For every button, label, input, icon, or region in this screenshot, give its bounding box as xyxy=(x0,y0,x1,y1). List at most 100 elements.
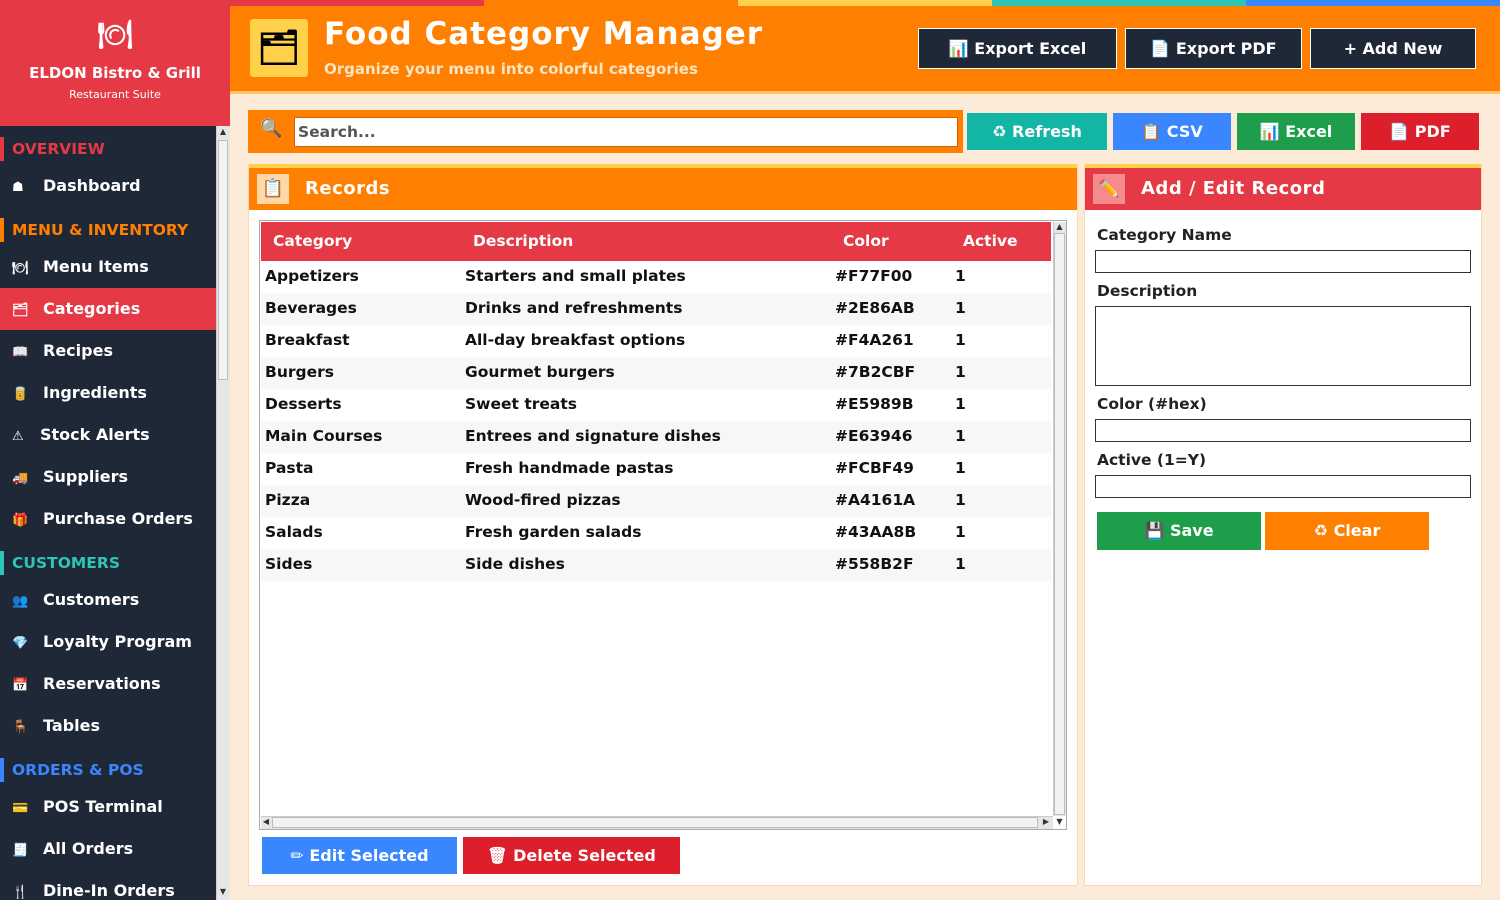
cell-description: Wood-fired pizzas xyxy=(465,491,621,509)
sidebar-item-dine-in-orders[interactable]: 🍴 Dine-In Orders xyxy=(0,870,216,900)
cell-category: Pasta xyxy=(265,459,314,477)
table-row[interactable]: Beverages Drinks and refreshments #2E86AB 1 xyxy=(261,293,1051,325)
table-vertical-scrollbar-thumb[interactable] xyxy=(1054,233,1065,815)
column-header-active[interactable]: Active xyxy=(963,232,1018,250)
cell-color: #F77F00 xyxy=(835,267,913,285)
cell-active: 1 xyxy=(955,491,966,509)
table-row[interactable]: Salads Fresh garden salads #43AA8B 1 xyxy=(261,517,1051,549)
cell-category: Beverages xyxy=(265,299,357,317)
table-row[interactable]: Main Courses Entrees and signature dishes… xyxy=(261,421,1051,453)
scroll-up-icon[interactable]: ▲ xyxy=(216,127,230,139)
sidebar-item-recipes[interactable]: 📖 Recipes xyxy=(0,330,216,372)
clear-button[interactable]: ♻ Clear xyxy=(1265,512,1429,550)
cell-active: 1 xyxy=(955,267,966,285)
table-horizontal-scrollbar-thumb[interactable] xyxy=(272,817,1038,828)
cell-description: All-day breakfast options xyxy=(465,331,686,349)
page-title: Food Category Manager xyxy=(324,16,764,52)
refresh-button[interactable]: ♻ Refresh xyxy=(967,113,1107,150)
sidebar-item-menu-items[interactable]: 🍽 Menu Items xyxy=(0,246,216,288)
table-row[interactable]: Breakfast All-day breakfast options #F4A26… xyxy=(261,325,1051,357)
table-row[interactable]: Sides Side dishes #558B2F 1 xyxy=(261,549,1051,581)
column-header-category[interactable]: Category xyxy=(273,232,352,250)
table-row[interactable]: Appetizers Starters and small plates #F77F… xyxy=(261,261,1051,293)
scroll-up-icon[interactable]: ▲ xyxy=(1053,222,1066,234)
page-subtitle: Organize your menu into colorful categor… xyxy=(324,60,698,78)
scroll-down-icon[interactable]: ▼ xyxy=(1053,817,1066,829)
search-icon: 🔍 xyxy=(260,118,283,139)
edit-selected-button[interactable]: ✏ Edit Selected xyxy=(262,837,457,874)
cell-color: #7B2CBF xyxy=(835,363,916,381)
cell-color: #E63946 xyxy=(835,427,913,445)
truck-icon: 🚚 xyxy=(12,471,29,486)
export-pdf-button[interactable]: 📄 Export PDF xyxy=(1125,28,1302,69)
sidebar-item-pos-terminal[interactable]: 💳 POS Terminal xyxy=(0,786,216,828)
section-customers: CUSTOMERS xyxy=(0,550,216,576)
cell-category: Salads xyxy=(265,523,323,541)
gift-icon: 🎁 xyxy=(12,513,29,528)
sidebar-item-categories[interactable]: 🗂 Categories xyxy=(0,288,216,330)
color-label: Color (#hex) xyxy=(1097,395,1207,413)
cell-color: #F4A261 xyxy=(835,331,914,349)
add-new-button[interactable]: + Add New xyxy=(1310,28,1476,69)
cell-description: Fresh garden salads xyxy=(465,523,642,541)
cell-color: #FCBF49 xyxy=(835,459,914,477)
category-name-field[interactable] xyxy=(1095,250,1471,273)
people-icon: 👥 xyxy=(12,594,29,609)
csv-button[interactable]: 📋 CSV xyxy=(1113,113,1231,150)
active-field[interactable] xyxy=(1095,475,1471,498)
cell-color: #2E86AB xyxy=(835,299,915,317)
description-field[interactable] xyxy=(1095,306,1471,386)
cell-category: Burgers xyxy=(265,363,334,381)
section-menu-inventory: MENU & INVENTORY xyxy=(0,217,216,243)
sidebar-item-purchase-orders[interactable]: 🎁 Purchase Orders xyxy=(0,498,216,540)
export-excel-button[interactable]: 📊 Export Excel xyxy=(918,28,1117,69)
color-field[interactable] xyxy=(1095,419,1471,442)
table-row[interactable]: Pasta Fresh handmade pastas #FCBF49 1 xyxy=(261,453,1051,485)
delete-selected-button[interactable]: 🗑 Delete Selected xyxy=(463,837,680,874)
cell-category: Desserts xyxy=(265,395,342,413)
records-title: Records xyxy=(305,178,391,199)
sidebar-item-ingredients[interactable]: 🥫 Ingredients xyxy=(0,372,216,414)
cell-active: 1 xyxy=(955,427,966,445)
pdf-button[interactable]: 📄 PDF xyxy=(1361,113,1479,150)
sidebar-item-loyalty-program[interactable]: 💎 Loyalty Program xyxy=(0,621,216,663)
table-row[interactable]: Burgers Gourmet burgers #7B2CBF 1 xyxy=(261,357,1051,389)
description-label: Description xyxy=(1097,282,1198,300)
home-icon: ☗ xyxy=(12,180,24,195)
receipt-icon: 🧾 xyxy=(12,843,29,858)
scroll-right-icon[interactable]: ▶ xyxy=(1040,817,1052,829)
fork-knife-icon: 🍴 xyxy=(12,885,29,900)
search-input[interactable] xyxy=(294,117,958,147)
active-label: Active (1=Y) xyxy=(1097,451,1207,469)
cell-category: Breakfast xyxy=(265,331,350,349)
column-header-description[interactable]: Description xyxy=(473,232,573,250)
brand-block: 🍽 ELDON Bistro & Grill Restaurant Suite xyxy=(0,0,230,126)
cell-description: Fresh handmade pastas xyxy=(465,459,674,477)
table-row[interactable]: Desserts Sweet treats #E5989B 1 xyxy=(261,389,1051,421)
sidebar-item-stock-alerts[interactable]: ⚠ Stock Alerts xyxy=(0,414,216,456)
sidebar-scrollbar-thumb[interactable] xyxy=(218,140,228,380)
cell-category: Main Courses xyxy=(265,427,383,445)
scroll-down-icon[interactable]: ▼ xyxy=(216,887,230,899)
column-header-color[interactable]: Color xyxy=(843,232,889,250)
cell-active: 1 xyxy=(955,395,966,413)
restaurant-logo-icon: 🍽 xyxy=(97,18,133,51)
save-button[interactable]: 💾 Save xyxy=(1097,512,1261,550)
table-header: Category Description Color Active xyxy=(261,222,1051,261)
excel-button[interactable]: 📊 Excel xyxy=(1237,113,1355,150)
cell-description: Starters and small plates xyxy=(465,267,686,285)
sidebar-item-dashboard[interactable]: ☗ Dashboard xyxy=(0,165,216,207)
cell-category: Appetizers xyxy=(265,267,359,285)
folder-icon: 🗂 xyxy=(12,303,29,318)
folder-icon: 🗂 xyxy=(250,19,308,77)
table-row[interactable]: Pizza Wood-fired pizzas #A4161A 1 xyxy=(261,485,1051,517)
sidebar-item-tables[interactable]: 🪑 Tables xyxy=(0,705,216,747)
sidebar-item-suppliers[interactable]: 🚚 Suppliers xyxy=(0,456,216,498)
sidebar-item-customers[interactable]: 👥 Customers xyxy=(0,579,216,621)
sidebar-item-all-orders[interactable]: 🧾 All Orders xyxy=(0,828,216,870)
diamond-icon: 💎 xyxy=(12,636,29,651)
cell-category: Sides xyxy=(265,555,313,573)
scroll-left-icon[interactable]: ◀ xyxy=(260,817,272,829)
sidebar-item-reservations[interactable]: 📅 Reservations xyxy=(0,663,216,705)
section-orders-pos: ORDERS & POS xyxy=(0,757,216,783)
